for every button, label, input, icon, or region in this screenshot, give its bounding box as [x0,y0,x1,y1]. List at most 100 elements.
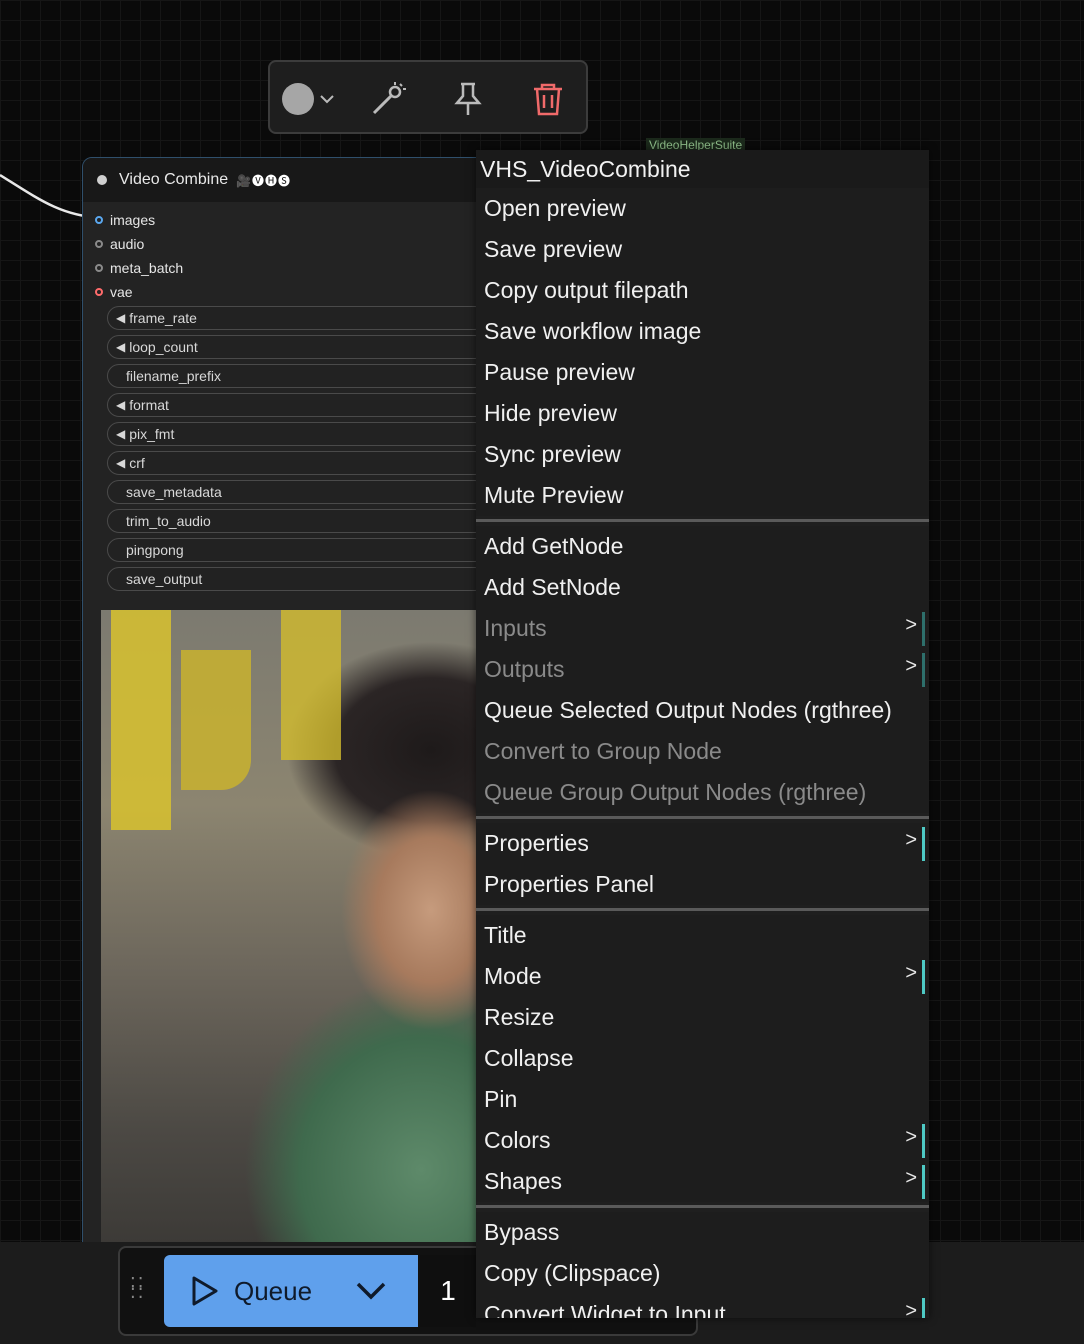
widget-format[interactable]: ◀ format [107,393,487,417]
menu-item-label: Colors [484,1127,551,1153]
menu-item-label: Shapes [484,1168,563,1194]
menu-item-add-setnode[interactable]: Add SetNode [476,567,929,608]
decrement-arrow-icon[interactable]: ◀ [116,456,125,470]
widget-trim-to-audio[interactable]: trim_to_audio [107,509,487,533]
preview-graffiti [111,610,171,830]
menu-item-label: Save workflow image [484,318,702,344]
menu-item-label: Convert to Group Node [484,738,722,764]
menu-item-label: Mode [484,963,542,989]
slot-dot-icon[interactable] [95,216,103,224]
menu-item-inputs: Inputs > [476,608,929,649]
menu-item-copy-output-filepath[interactable]: Copy output filepath [476,270,929,311]
slot-label: meta_batch [110,260,184,276]
wand-icon [372,82,406,115]
widget-label: pingpong [126,542,184,558]
menu-item-label: Queue Selected Output Nodes (rgthree) [484,697,892,723]
decrement-arrow-icon[interactable]: ◀ [116,427,125,441]
submenu-indicator [922,653,925,687]
slot-dot-icon[interactable] [95,240,103,248]
video-preview[interactable] [101,610,501,1258]
drag-handle-icon[interactable]: ⁚⁚ ⁚⁚ [130,1275,145,1301]
menu-item-properties[interactable]: Properties > [476,823,929,864]
widget-label: crf [129,455,145,471]
menu-item-label: Pin [484,1086,518,1112]
menu-item-bypass[interactable]: Bypass [476,1212,929,1253]
menu-item-add-getnode[interactable]: Add GetNode [476,526,929,567]
slot-dot-icon[interactable] [95,264,103,272]
widget-pix-fmt[interactable]: ◀ pix_fmt [107,422,487,446]
batch-count-input[interactable]: 1 [420,1255,476,1327]
submenu-arrow-icon: > [905,1300,917,1318]
decrement-arrow-icon[interactable]: ◀ [116,398,125,412]
menu-item-label: Inputs [484,615,547,641]
widget-save-output[interactable]: save_output [107,567,487,591]
menu-item-convert-widget-to-input[interactable]: Convert Widget to Input > [476,1294,929,1318]
widget-filename-prefix[interactable]: filename_prefix [107,364,487,388]
widget-label: pix_fmt [129,426,175,442]
menu-item-mute-preview[interactable]: Mute Preview [476,475,929,516]
submenu-arrow-icon: > [905,1167,917,1189]
node-header[interactable]: Video Combine 🎥🅥🅗🅢 [83,158,503,202]
widget-crf[interactable]: ◀ crf [107,451,487,475]
submenu-indicator [922,1124,925,1158]
widget-save-metadata[interactable]: save_metadata [107,480,487,504]
menu-item-copy-clipspace[interactable]: Copy (Clipspace) [476,1253,929,1294]
video-combine-node[interactable]: Video Combine 🎥🅥🅗🅢 images audio meta_batch… [82,157,504,1259]
menu-item-label: Bypass [484,1219,560,1245]
menu-item-open-preview[interactable]: Open preview [476,188,929,229]
input-slot-images[interactable]: images [95,208,183,232]
menu-item-label: Add SetNode [484,574,621,600]
slot-label: images [110,212,156,228]
menu-item-sync-preview[interactable]: Sync preview [476,434,929,475]
menu-item-queue-selected-output-nodes-rgthree[interactable]: Queue Selected Output Nodes (rgthree) [476,690,929,731]
node-badge: 🎥🅥🅗🅢 [236,173,292,188]
input-slot-vae[interactable]: vae [95,280,183,304]
menu-separator [476,519,929,522]
menu-item-hide-preview[interactable]: Hide preview [476,393,929,434]
queue-button[interactable]: Queue [164,1255,418,1327]
menu-item-label: Outputs [484,656,565,682]
chevron-down-icon[interactable] [356,1281,386,1301]
widget-label: trim_to_audio [126,513,211,529]
decrement-arrow-icon[interactable]: ◀ [116,340,125,354]
widget-label: save_output [126,571,203,587]
color-circle [282,83,314,115]
menu-item-save-preview[interactable]: Save preview [476,229,929,270]
menu-item-save-workflow-image[interactable]: Save workflow image [476,311,929,352]
menu-item-resize[interactable]: Resize [476,997,929,1038]
submenu-arrow-icon: > [905,829,917,851]
widget-label: save_metadata [126,484,222,500]
menu-item-pause-preview[interactable]: Pause preview [476,352,929,393]
submenu-arrow-icon: > [905,962,917,984]
menu-item-label: Properties [484,830,589,856]
menu-item-pin[interactable]: Pin [476,1079,929,1120]
input-slot-audio[interactable]: audio [95,232,183,256]
node-collapse-dot[interactable] [97,175,107,185]
menu-item-collapse[interactable]: Collapse [476,1038,929,1079]
menu-item-properties-panel[interactable]: Properties Panel [476,864,929,905]
menu-item-label: Pause preview [484,359,635,385]
slot-dot-icon[interactable] [95,288,103,296]
submenu-indicator [922,612,925,646]
bypass-button[interactable] [368,80,408,118]
menu-item-colors[interactable]: Colors > [476,1120,929,1161]
menu-item-label: Copy output filepath [484,277,689,303]
widget-loop-count[interactable]: ◀ loop_count [107,335,487,359]
delete-button[interactable] [528,80,568,118]
submenu-arrow-icon: > [905,1126,917,1148]
menu-item-label: Collapse [484,1045,574,1071]
widget-label: filename_prefix [126,368,221,384]
menu-separator [476,1205,929,1208]
menu-separator [476,816,929,819]
menu-item-shapes[interactable]: Shapes > [476,1161,929,1202]
widget-frame-rate[interactable]: ◀ frame_rate [107,306,487,330]
menu-item-title[interactable]: Title [476,915,929,956]
color-picker-button[interactable] [282,83,334,115]
decrement-arrow-icon[interactable]: ◀ [116,311,125,325]
widget-pingpong[interactable]: pingpong [107,538,487,562]
menu-item-label: Save preview [484,236,623,262]
menu-item-mode[interactable]: Mode > [476,956,929,997]
submenu-indicator [922,960,925,994]
pin-button[interactable] [448,80,488,118]
input-slot-meta-batch[interactable]: meta_batch [95,256,183,280]
